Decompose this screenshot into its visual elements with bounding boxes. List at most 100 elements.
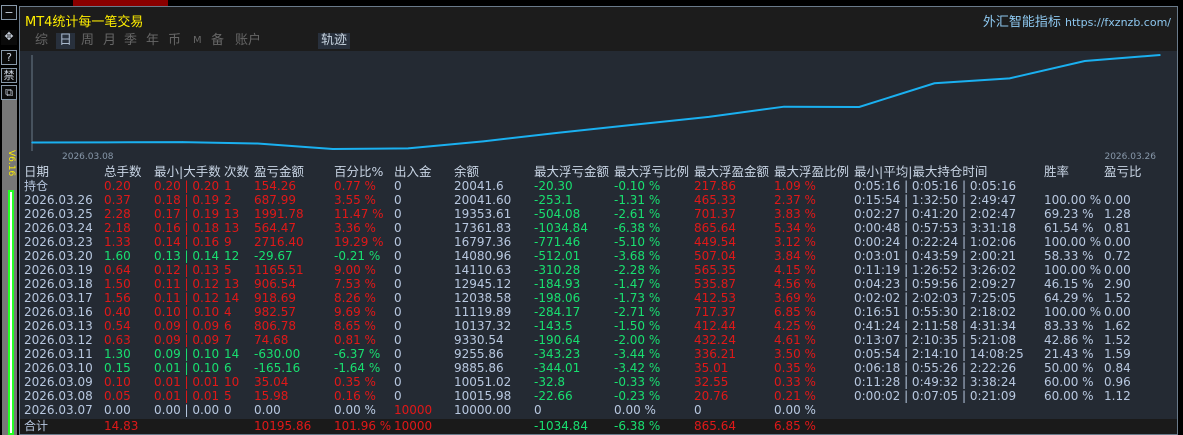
cell-total-lots: 0.05 [104, 389, 131, 403]
tab-2[interactable]: 周 [78, 33, 97, 49]
cell-deposit: 0 [394, 179, 402, 193]
header-pl-ratio[interactable]: 盈亏比 [1104, 165, 1142, 179]
header-max-float-loss-pct[interactable]: 最大浮亏比例 [614, 165, 689, 179]
cell-min-max-lots: 0.11 | 0.12 [154, 277, 220, 291]
header-count[interactable]: 次数 [224, 165, 249, 179]
help-icon[interactable]: ? [1, 50, 17, 65]
tab-1[interactable]: 日 [56, 33, 76, 49]
cell-percent: 9.69 % [334, 305, 376, 319]
header-min-max-lots[interactable]: 最小|大手数 [154, 165, 221, 179]
cell-percent: 8.65 % [334, 319, 376, 333]
table-row: 持仓 0.20 0.20 | 0.20 1 154.26 0.77 % 0 20041.6 -2… [20, 179, 1177, 193]
cell-max-float-profit: 217.86 [694, 179, 736, 193]
cell-count: 13 [224, 277, 240, 291]
balance-point [256, 142, 259, 145]
cell-pnl: 10195.86 [254, 419, 312, 433]
header-total-lots[interactable]: 总手数 [104, 165, 142, 179]
cell-max-float-loss-pct: -0.10 % [614, 179, 661, 193]
cell-date: 2026.03.19 [24, 263, 93, 277]
header-max-float-profit[interactable]: 最大浮盈金额 [694, 165, 769, 179]
cell-max-float-loss: -343.23 [534, 347, 581, 361]
header-pnl[interactable]: 盈亏金额 [254, 165, 304, 179]
brand-link[interactable]: 外汇智能指标 https://fxznzb.com/ [983, 11, 1171, 30]
cell-deposit: 0 [394, 347, 402, 361]
cell-max-float-profit: 717.37 [694, 305, 736, 319]
minimize-icon[interactable]: − [1, 5, 17, 20]
cell-max-float-profit-pct: 6.85 % [774, 419, 816, 433]
cell-count: 12 [224, 249, 240, 263]
cell-count: 6 [224, 319, 232, 333]
cell-pl-ratio: 1.12 [1104, 389, 1131, 403]
header-date[interactable]: 日期 [24, 165, 49, 179]
header-max-float-profit-pct[interactable]: 最大浮盈比例 [774, 165, 849, 179]
move-icon[interactable]: ✥ [1, 30, 17, 45]
restore-icon[interactable]: ⧉ [1, 85, 17, 100]
cell-max-float-profit-pct: 6.85 % [774, 305, 816, 319]
cell-deposit: 0 [394, 291, 402, 305]
header-max-float-loss[interactable]: 最大浮亏金额 [534, 165, 609, 179]
cell-balance: 10137.32 [454, 319, 512, 333]
cell-hold-time: 0:05:54 | 2:14:10 | 14:08:25 [854, 347, 1024, 361]
cell-max-float-profit-pct: 3.84 % [774, 249, 816, 263]
tab-3[interactable]: 月 [100, 33, 119, 49]
cell-max-float-profit-pct: 0.00 % [774, 403, 816, 417]
cell-count: 13 [224, 221, 240, 235]
cell-date: 2026.03.07 [24, 403, 93, 417]
header-balance[interactable]: 余额 [454, 165, 479, 179]
cell-max-float-profit-pct: 4.15 % [774, 263, 816, 277]
tab-6[interactable]: 币 [165, 33, 184, 49]
stats-window: MT4统计每一笔交易 外汇智能指标 https://fxznzb.com/ 综日… [19, 6, 1178, 435]
title-bar[interactable]: MT4统计每一笔交易 外汇智能指标 https://fxznzb.com/ [20, 7, 1177, 31]
header-deposit[interactable]: 出入金 [394, 165, 432, 179]
cell-balance: 12945.12 [454, 277, 512, 291]
cell-count: 9 [224, 235, 232, 249]
cell-date: 2026.03.10 [24, 361, 93, 375]
cell-win-rate: 100.00 % [1044, 305, 1102, 319]
cell-win-rate: 60.00 % [1044, 375, 1094, 389]
cell-max-float-loss-pct: 0.00 % [614, 403, 656, 417]
x-tick-label: 2026.03.26 [1104, 152, 1156, 162]
tab-8[interactable]: 备 [208, 33, 227, 49]
cell-max-float-loss: -1034.84 [534, 419, 588, 433]
cell-pnl: 2716.40 [254, 235, 304, 249]
cell-max-float-loss-pct: -2.28 % [614, 263, 661, 277]
header-percent[interactable]: 百分比% [334, 165, 383, 179]
tab-7[interactable]: M [190, 33, 205, 49]
cell-hold-time: 0:41:24 | 2:11:58 | 4:31:34 [854, 319, 1017, 333]
tab-4[interactable]: 季 [121, 33, 140, 49]
ban-icon[interactable]: 禁 [1, 68, 17, 83]
tab-track[interactable]: 轨迹 [318, 33, 351, 49]
cell-pl-ratio: 1.59 [1104, 347, 1131, 361]
cell-max-float-profit: 432.24 [694, 333, 736, 347]
cell-balance: 10000.00 [454, 403, 512, 417]
table-row: 2026.03.19 0.64 0.12 | 0.13 5 1165.51 9.00 % 0… [20, 263, 1177, 277]
header-hold-time[interactable]: 最小|平均|最大持仓时间 [854, 165, 987, 179]
cell-pl-ratio: 0.00 [1104, 193, 1131, 207]
table-row: 2026.03.17 1.56 0.11 | 0.12 14 918.69 8.26 % 0… [20, 291, 1177, 305]
cell-max-float-loss: -143.5 [534, 319, 573, 333]
tab-9[interactable]: 账户 [232, 33, 264, 49]
tab-0[interactable]: 综 [32, 33, 51, 49]
cell-min-max-lots: 0.13 | 0.14 [154, 249, 220, 263]
cell-max-float-loss: -310.28 [534, 263, 581, 277]
cell-hold-time: 0:02:02 | 2:02:03 | 7:25:05 [854, 291, 1017, 305]
tab-5[interactable]: 年 [143, 33, 162, 49]
cell-max-float-loss: -20.30 [534, 179, 573, 193]
cell-hold-time: 0:05:16 | 0:05:16 | 0:05:16 [854, 179, 1017, 193]
cell-max-float-loss-pct: -2.61 % [614, 207, 661, 221]
cell-date: 2026.03.25 [24, 207, 93, 221]
cell-total-lots: 0.64 [104, 263, 131, 277]
cell-pnl: -29.67 [254, 249, 293, 263]
cell-min-max-lots: 0.01 | 0.10 [154, 361, 220, 375]
cell-balance: 16797.36 [454, 235, 512, 249]
brand-url[interactable]: https://fxznzb.com/ [1065, 16, 1171, 29]
cell-win-rate: 83.33 % [1044, 319, 1094, 333]
cell-win-rate: 69.23 % [1044, 207, 1094, 221]
cell-deposit: 0 [394, 305, 402, 319]
balance-line [31, 54, 1161, 151]
cell-max-float-loss: -253.1 [534, 193, 573, 207]
left-toolbar: − ✥ ? 禁 ⧉ V6.16 [0, 0, 19, 435]
cell-max-float-profit-pct: 5.34 % [774, 221, 816, 235]
cell-pnl: 35.04 [254, 375, 289, 389]
header-win-rate[interactable]: 胜率 [1044, 165, 1069, 179]
